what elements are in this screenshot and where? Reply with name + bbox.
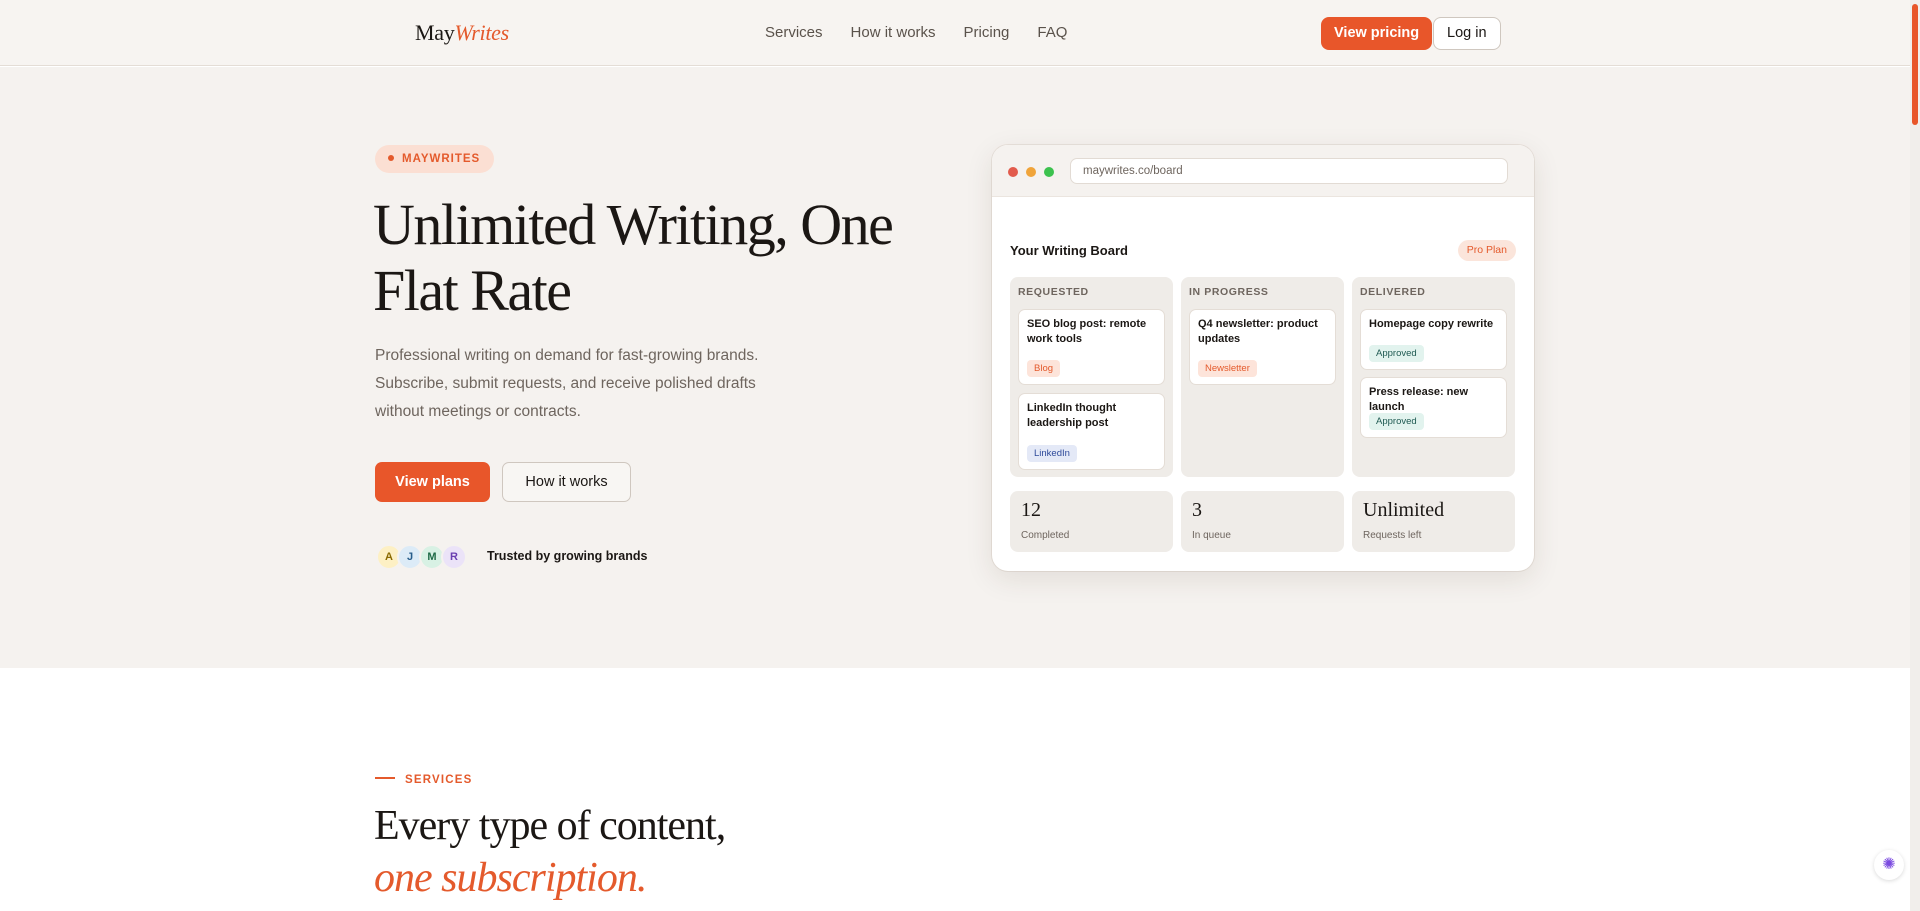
- stat-value: Unlimited: [1363, 499, 1445, 521]
- card-title: Homepage copy rewrite: [1369, 318, 1494, 330]
- card-tag: Approved: [1369, 345, 1424, 362]
- scrollbar[interactable]: [1910, 0, 1920, 911]
- nav-links: Services How it works Pricing FAQ: [765, 24, 1067, 41]
- nav-link-faq[interactable]: FAQ: [1037, 24, 1067, 41]
- card-title: Press release: new launch: [1369, 386, 1469, 413]
- view-pricing-button[interactable]: View pricing: [1321, 17, 1433, 50]
- hero-description: Professional writing on demand for fast-…: [375, 347, 759, 420]
- card-title: SEO blog post: remote work tools: [1027, 318, 1147, 345]
- badge-dot-icon: [388, 154, 394, 161]
- services-eyebrow-label: SERVICES: [405, 774, 473, 786]
- stat-completed: 12 Completed: [1010, 491, 1173, 552]
- plan-badge: Pro Plan: [1457, 240, 1516, 261]
- card-tag: LinkedIn: [1027, 445, 1077, 462]
- logo-main: May: [415, 20, 455, 45]
- card-title: Q4 newsletter: product updates: [1198, 318, 1318, 345]
- board-title: Your Writing Board: [1010, 243, 1128, 258]
- services-eyebrow: SERVICES: [375, 774, 473, 786]
- maximize-dot-icon: [1044, 167, 1054, 177]
- hero-badge-label: MAYWRITES: [402, 153, 481, 165]
- card-tag: Newsletter: [1198, 360, 1257, 377]
- column-requested: REQUESTED SEO blog post: remote work too…: [1010, 277, 1173, 477]
- request-card[interactable]: Homepage copy rewrite Approved: [1360, 309, 1507, 370]
- stat-label: In queue: [1192, 530, 1231, 541]
- stat-value: 12: [1021, 499, 1041, 521]
- board-mockup: maywrites.co/board Your Writing Board Pr…: [992, 145, 1534, 571]
- how-it-works-button[interactable]: How it works: [502, 462, 631, 502]
- stat-label: Requests left: [1363, 530, 1422, 541]
- column-title: REQUESTED: [1018, 286, 1089, 298]
- stat-requests-left: Unlimited Requests left: [1352, 491, 1515, 552]
- request-card[interactable]: Q4 newsletter: product updates Newslette…: [1189, 309, 1336, 385]
- services-title-line2: one subscription.: [374, 855, 647, 901]
- hero-badge: MAYWRITES: [375, 145, 495, 173]
- column-title: DELIVERED: [1360, 286, 1426, 298]
- assistant-brain-icon[interactable]: ✺: [1874, 850, 1904, 880]
- request-card[interactable]: LinkedIn thought leadership post LinkedI…: [1018, 393, 1165, 470]
- request-card[interactable]: SEO blog post: remote work tools Blog: [1018, 309, 1165, 385]
- avatar: R: [441, 544, 467, 570]
- minimize-dot-icon: [1026, 167, 1036, 177]
- column-delivered: DELIVERED Homepage copy rewrite Approved…: [1352, 277, 1515, 477]
- services-title: Every type of content, one subscription.: [374, 800, 726, 904]
- nav-link-services[interactable]: Services: [765, 24, 823, 41]
- nav-link-how-it-works[interactable]: How it works: [851, 24, 936, 41]
- stat-value: 3: [1192, 499, 1202, 521]
- hero-title: Unlimited Writing, One Flat Rate: [373, 192, 894, 323]
- request-card[interactable]: Press release: new launch Approved: [1360, 377, 1507, 438]
- close-dot-icon: [1008, 167, 1018, 177]
- logo[interactable]: MayWrites: [415, 20, 509, 46]
- eyebrow-line: [375, 776, 395, 779]
- column-title: IN PROGRESS: [1189, 286, 1269, 298]
- services-title-line1: Every type of content,: [374, 803, 726, 849]
- card-tag: Approved: [1369, 413, 1424, 430]
- browser-bar: maywrites.co/board: [992, 145, 1534, 197]
- view-plans-button[interactable]: View plans: [375, 462, 490, 502]
- column-in-progress: IN PROGRESS Q4 newsletter: product updat…: [1181, 277, 1344, 477]
- scroll-thumb[interactable]: [1912, 4, 1918, 125]
- trusted-text: Trusted by growing brands: [487, 549, 648, 563]
- stat-in-queue: 3 In queue: [1181, 491, 1344, 552]
- card-tag: Blog: [1027, 360, 1061, 377]
- nav-link-pricing[interactable]: Pricing: [964, 24, 1010, 41]
- card-title: LinkedIn thought leadership post: [1027, 402, 1117, 429]
- stat-label: Completed: [1021, 530, 1070, 541]
- log-in-button[interactable]: Log in: [1433, 17, 1501, 50]
- url-field: maywrites.co/board: [1070, 158, 1508, 184]
- hero-section: MAYWRITES Unlimited Writing, One Flat Ra…: [0, 67, 1910, 668]
- top-nav: MayWrites Services How it works Pricing …: [0, 0, 1910, 66]
- logo-accent: Writes: [454, 20, 509, 45]
